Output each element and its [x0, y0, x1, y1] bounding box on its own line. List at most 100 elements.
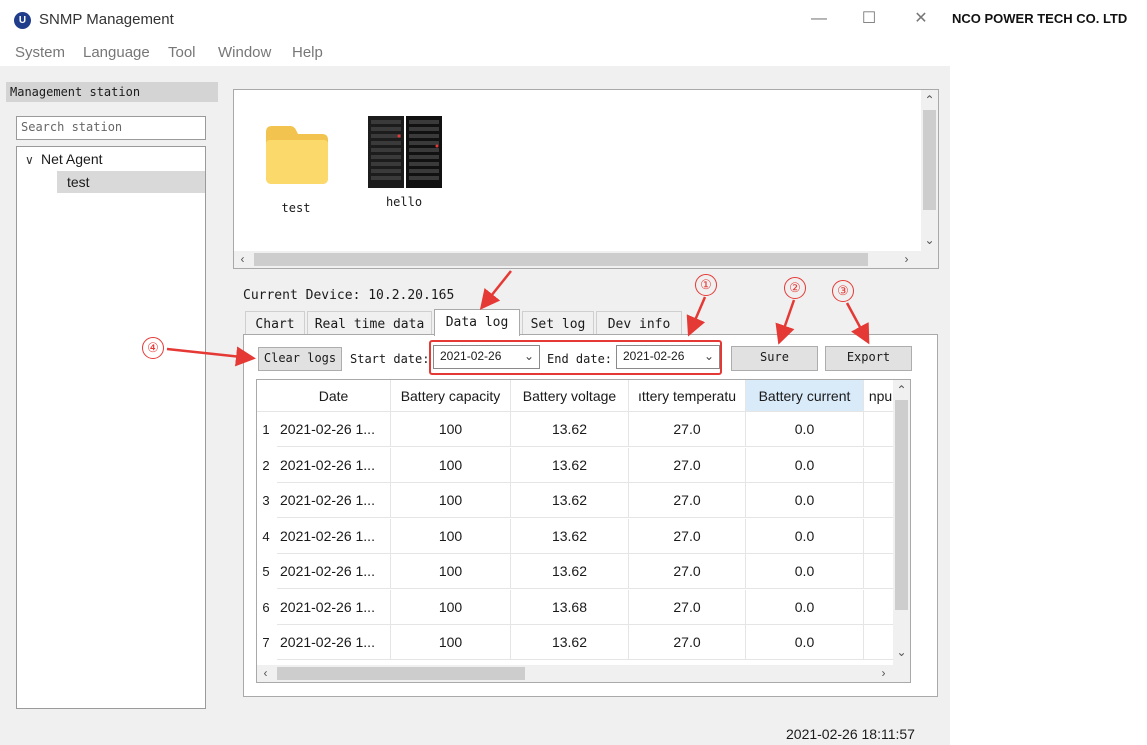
scroll-right-icon[interactable]: › [875, 665, 892, 682]
cell-battery-voltage: 13.68 [511, 589, 629, 625]
menu-language[interactable]: Language [83, 44, 150, 61]
title-bar: U SNMP Management — ☐ ✕ [0, 0, 950, 40]
scrollbar-thumb[interactable] [277, 667, 525, 680]
cell-battery-capacity: 100 [391, 589, 511, 625]
cell-battery-current: 0.0 [746, 412, 864, 447]
cell-battery-temperature: 27.0 [629, 483, 746, 518]
table-row[interactable]: 1 2021-02-26 1... 100 13.62 27.0 0.0 [257, 412, 897, 447]
device-panel: test hello ⌃ ⌄ ‹ › [233, 89, 939, 269]
scroll-up-icon[interactable]: ⌃ [921, 92, 938, 109]
cell-battery-current: 0.0 [746, 589, 864, 625]
row-number-header [257, 380, 277, 412]
app-logo-icon: U [14, 12, 31, 29]
callout-4: ④ [142, 337, 164, 359]
tab-chart[interactable]: Chart [245, 311, 305, 335]
column-header-battery-current[interactable]: Battery current [746, 380, 864, 412]
scroll-left-icon[interactable]: ‹ [234, 251, 251, 268]
device-test[interactable]: test [258, 122, 334, 215]
menu-bar: System Language Tool Window Help [0, 40, 950, 66]
cell-battery-capacity: 100 [391, 518, 511, 554]
sure-button[interactable]: Sure [731, 346, 818, 371]
cell-date: 2021-02-26 1... [277, 518, 391, 554]
cell-date: 2021-02-26 1... [277, 589, 391, 625]
device-vertical-scrollbar[interactable]: ⌃ ⌄ [921, 90, 938, 252]
data-log-table: Date Battery capacity Battery voltage ıt… [256, 379, 911, 683]
scroll-down-icon[interactable]: ⌄ [921, 232, 938, 249]
cell-battery-current: 0.0 [746, 518, 864, 554]
scrollbar-thumb[interactable] [895, 400, 908, 610]
device-horizontal-scrollbar[interactable]: ‹ › [234, 251, 938, 268]
tab-data-log[interactable]: Data log [434, 309, 520, 336]
row-number: 4 [262, 528, 270, 544]
cell-battery-temperature: 27.0 [629, 518, 746, 554]
cell-battery-temperature: 27.0 [629, 589, 746, 625]
row-number: 7 [262, 635, 270, 650]
cell-battery-voltage: 13.62 [511, 518, 629, 554]
chevron-down-icon[interactable]: ∨ [25, 153, 41, 167]
tab-set-log[interactable]: Set log [522, 311, 594, 335]
company-name: NCO POWER TECH CO. LTD [952, 11, 1128, 26]
cell-battery-current: 0.0 [746, 625, 864, 660]
tree-item-test[interactable]: test [57, 171, 205, 193]
table-vertical-scrollbar[interactable]: ⌃ ⌄ [893, 380, 910, 666]
station-tree: ∨ Net Agent test [16, 146, 206, 709]
close-icon[interactable]: ✕ [905, 6, 937, 32]
device-hello[interactable]: hello [361, 116, 447, 209]
cell-date: 2021-02-26 1... [277, 554, 391, 589]
table-row[interactable]: 6 2021-02-26 1... 100 13.68 27.0 0.0 [257, 589, 897, 625]
row-number: 1 [262, 422, 270, 437]
status-time: 2021-02-26 18:11:57 [786, 726, 915, 742]
column-header-battery-temperature[interactable]: ıttery temperatu [629, 380, 746, 412]
callout-3: ③ [832, 280, 854, 302]
table-horizontal-scrollbar[interactable]: ‹ › [257, 665, 910, 682]
minimize-icon[interactable]: — [803, 6, 835, 32]
cell-date: 2021-02-26 1... [277, 483, 391, 518]
management-station-header: Management station [6, 82, 218, 102]
start-date-label: Start date: [350, 352, 430, 366]
scroll-right-icon[interactable]: › [898, 251, 915, 268]
cell-battery-capacity: 100 [391, 625, 511, 660]
scroll-down-icon[interactable]: ⌄ [893, 644, 910, 661]
table-row[interactable]: 7 2021-02-26 1... 100 13.62 27.0 0.0 [257, 625, 897, 660]
tab-dev-info[interactable]: Dev info [596, 311, 682, 335]
cell-battery-voltage: 13.62 [511, 483, 629, 518]
scroll-left-icon[interactable]: ‹ [257, 665, 274, 682]
menu-tool[interactable]: Tool [168, 44, 196, 61]
table-row[interactable]: 2 2021-02-26 1... 100 13.62 27.0 0.0 [257, 447, 897, 483]
folder-icon [266, 126, 328, 184]
ups-cabinet-icon [368, 116, 442, 188]
cell-battery-capacity: 100 [391, 447, 511, 483]
cell-battery-capacity: 100 [391, 412, 511, 447]
tab-real-time-data[interactable]: Real time data [307, 311, 432, 335]
device-label: hello [385, 195, 423, 209]
scrollbar-thumb[interactable] [923, 110, 936, 210]
column-header-battery-capacity[interactable]: Battery capacity [391, 380, 511, 412]
date-range-highlight [429, 340, 722, 375]
clear-logs-button[interactable]: Clear logs [258, 347, 342, 371]
tree-item-net-agent[interactable]: ∨ Net Agent [25, 151, 103, 167]
column-header-date[interactable]: Date [277, 380, 391, 412]
cell-battery-temperature: 27.0 [629, 412, 746, 447]
menu-system[interactable]: System [15, 44, 65, 61]
menu-help[interactable]: Help [292, 44, 323, 61]
row-number: 6 [262, 599, 270, 615]
cell-battery-current: 0.0 [746, 554, 864, 589]
cell-battery-temperature: 27.0 [629, 447, 746, 483]
table-row[interactable]: 4 2021-02-26 1... 100 13.62 27.0 0.0 [257, 518, 897, 554]
table-row[interactable]: 5 2021-02-26 1... 100 13.62 27.0 0.0 [257, 554, 897, 589]
cell-battery-temperature: 27.0 [629, 625, 746, 660]
row-number: 5 [262, 564, 270, 579]
menu-window[interactable]: Window [218, 44, 271, 61]
column-header-battery-voltage[interactable]: Battery voltage [511, 380, 629, 412]
maximize-icon[interactable]: ☐ [853, 6, 885, 32]
cell-battery-temperature: 27.0 [629, 554, 746, 589]
cell-battery-capacity: 100 [391, 554, 511, 589]
table-row[interactable]: 3 2021-02-26 1... 100 13.62 27.0 0.0 [257, 483, 897, 518]
scrollbar-thumb[interactable] [254, 253, 868, 266]
device-label: test [281, 201, 311, 215]
search-station-input[interactable]: Search station [16, 116, 206, 140]
scroll-up-icon[interactable]: ⌃ [893, 382, 910, 399]
callout-1: ① [695, 274, 717, 296]
export-button[interactable]: Export [825, 346, 912, 371]
cell-battery-current: 0.0 [746, 483, 864, 518]
